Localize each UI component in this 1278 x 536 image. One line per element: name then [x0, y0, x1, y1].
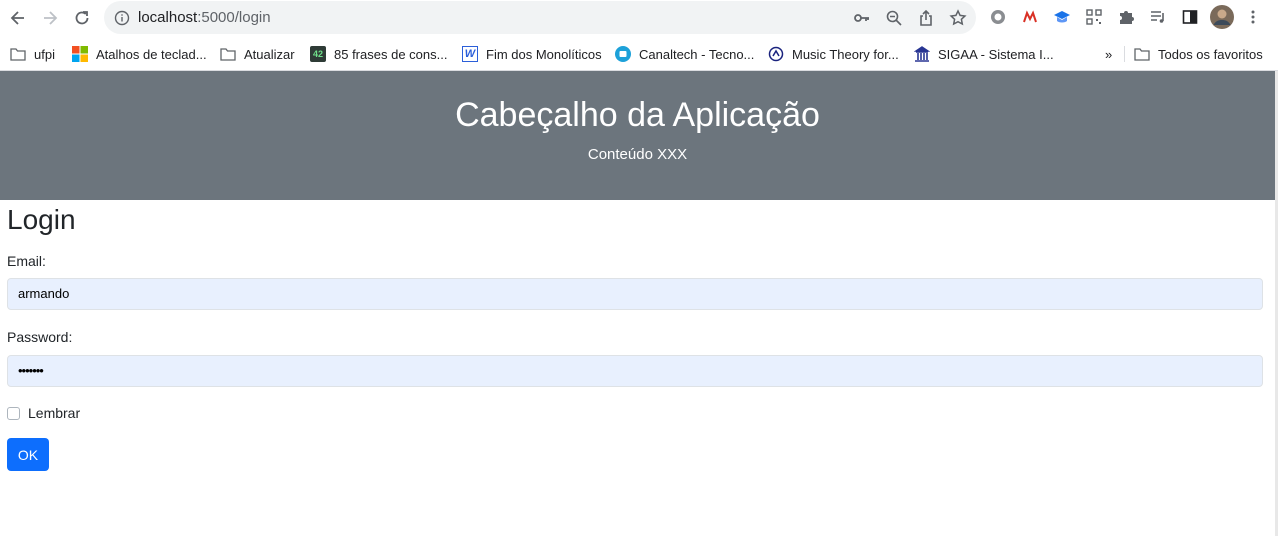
password-field[interactable]: •••••••: [7, 355, 1263, 387]
bookmark-atualizar[interactable]: Atualizar: [220, 45, 295, 63]
42-icon: 42: [310, 46, 326, 62]
canaltech-icon: [615, 46, 631, 62]
extension-circle-icon[interactable]: [988, 7, 1008, 27]
extension-graduation-icon[interactable]: [1052, 7, 1072, 27]
site-info-icon[interactable]: [112, 8, 132, 28]
w-icon: W: [462, 46, 478, 62]
bookmark-85-frases[interactable]: 42 85 frases de cons...: [310, 45, 447, 63]
sigaa-icon: [914, 46, 930, 62]
extensions-puzzle-icon[interactable]: [1116, 7, 1136, 27]
music-theory-icon: [768, 46, 784, 62]
bookmark-music-theory[interactable]: Music Theory for...: [768, 45, 899, 63]
folder-icon: [220, 46, 236, 62]
remember-checkbox[interactable]: [7, 407, 20, 420]
bookmark-ufpi[interactable]: ufpi: [10, 45, 55, 63]
menu-icon[interactable]: [1243, 7, 1263, 27]
app-header: Cabeçalho da Aplicação Conteúdo XXX: [0, 71, 1275, 200]
bookmarks-bar: ufpi Atalhos de teclad... Atualizar 42 8…: [0, 36, 1278, 71]
bookmark-todos-favoritos[interactable]: Todos os favoritos: [1134, 45, 1263, 63]
bookmark-fim-monoliticos[interactable]: W Fim dos Monolíticos: [462, 45, 602, 63]
page-title: Login: [7, 204, 76, 235]
extension-red-icon[interactable]: [1020, 7, 1040, 27]
address-bar[interactable]: localhost:5000/login: [104, 1, 976, 34]
key-icon[interactable]: [852, 8, 872, 28]
bookmark-sigaa[interactable]: SIGAA - Sistema I...: [914, 45, 1054, 63]
folder-icon: [10, 46, 26, 62]
microsoft-icon: [72, 46, 88, 62]
password-label: Password:: [7, 329, 73, 345]
media-queue-icon[interactable]: [1148, 7, 1168, 27]
app-header-subtitle: Conteúdo XXX: [587, 146, 688, 163]
back-icon[interactable]: [6, 6, 30, 30]
forward-icon[interactable]: [38, 6, 62, 30]
url-text[interactable]: localhost:5000/login: [138, 9, 271, 26]
bookmark-canaltech[interactable]: Canaltech - Tecno...: [615, 45, 754, 63]
ok-button[interactable]: OK: [7, 438, 49, 471]
bookmark-star-icon[interactable]: [948, 8, 968, 28]
bookmarks-overflow-button[interactable]: »: [1105, 45, 1112, 63]
qr-code-icon[interactable]: [1084, 7, 1104, 27]
profile-avatar[interactable]: [1210, 5, 1234, 29]
side-panel-icon[interactable]: [1180, 7, 1200, 27]
bookmark-atalhos[interactable]: Atalhos de teclad...: [72, 45, 207, 63]
folder-icon: [1134, 46, 1150, 62]
email-label: Email:: [7, 253, 46, 269]
email-field[interactable]: armando: [7, 278, 1263, 310]
bookmarks-divider: [1124, 46, 1125, 62]
browser-toolbar: localhost:5000/login: [0, 0, 1278, 36]
zoom-icon[interactable]: [884, 8, 904, 28]
app-header-title: Cabeçalho da Aplicação: [455, 96, 820, 134]
share-icon[interactable]: [916, 8, 936, 28]
reload-icon[interactable]: [70, 6, 94, 30]
remember-label[interactable]: Lembrar: [28, 405, 80, 421]
